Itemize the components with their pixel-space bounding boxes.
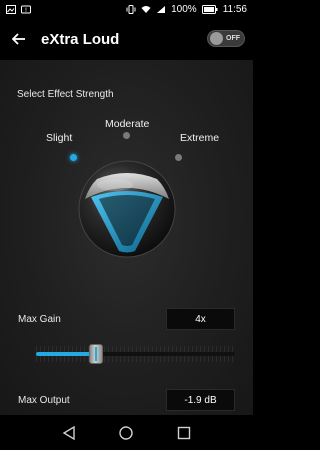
level-dot-moderate[interactable] [123, 132, 130, 139]
max-output-label: Max Output [18, 395, 70, 406]
cloud-notification-icon: ! [21, 5, 31, 14]
level-label-slight[interactable]: Slight [46, 132, 72, 144]
toggle-knob [210, 32, 223, 45]
slider-thumb[interactable] [88, 344, 103, 364]
battery-icon [201, 4, 218, 14]
level-dot-slight[interactable] [70, 154, 77, 161]
clock: 11:56 [222, 3, 247, 15]
level-label-extreme[interactable]: Extreme [180, 132, 219, 144]
effect-strength-label: Select Effect Strength [17, 89, 114, 100]
image-notification-icon [6, 4, 16, 14]
max-gain-value: 4x [166, 308, 235, 330]
triangle-back-icon [62, 425, 75, 440]
app-bar: eXtra Loud OFF [0, 18, 253, 60]
nav-bar [0, 415, 253, 450]
status-left: ! [6, 4, 31, 14]
battery-percent: 100% [171, 3, 197, 15]
level-label-moderate[interactable]: Moderate [105, 118, 149, 130]
status-bar: ! 100% 11:56 [0, 0, 253, 18]
nav-home-button[interactable] [115, 422, 137, 444]
back-arrow-icon [12, 33, 25, 45]
signal-icon [157, 5, 166, 13]
svg-text:!: ! [25, 7, 27, 14]
vibrate-icon [126, 4, 136, 14]
max-output-value: -1.9 dB [166, 389, 235, 411]
max-gain-slider[interactable] [36, 337, 235, 367]
circle-home-icon [119, 425, 134, 440]
square-recents-icon [177, 426, 191, 439]
nav-back-button[interactable] [58, 422, 80, 444]
page-title: eXtra Loud [41, 30, 120, 48]
effect-toggle[interactable]: OFF [207, 30, 245, 47]
toggle-label: OFF [226, 35, 240, 42]
back-button[interactable] [0, 18, 38, 60]
slider-fill [36, 352, 96, 356]
max-gain-label: Max Gain [18, 314, 61, 325]
status-right: 100% 11:56 [126, 4, 247, 15]
nav-recents-button[interactable] [173, 422, 195, 444]
wifi-icon [141, 5, 151, 13]
effect-strength-knob[interactable] [77, 159, 177, 259]
main-panel: Select Effect Strength Slight Moderate E… [0, 60, 253, 415]
